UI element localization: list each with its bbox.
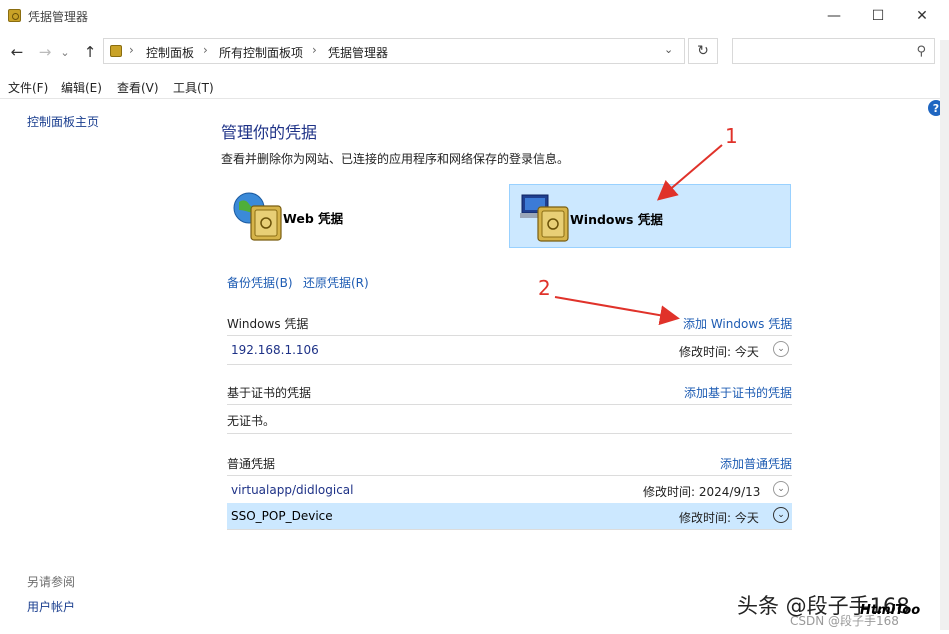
annotation-arrows [554, 144, 723, 326]
annotation-arrow-2 [554, 296, 680, 326]
watermark-logo: HtmlToo [860, 603, 921, 618]
annotation-arrow-1 [656, 144, 723, 201]
